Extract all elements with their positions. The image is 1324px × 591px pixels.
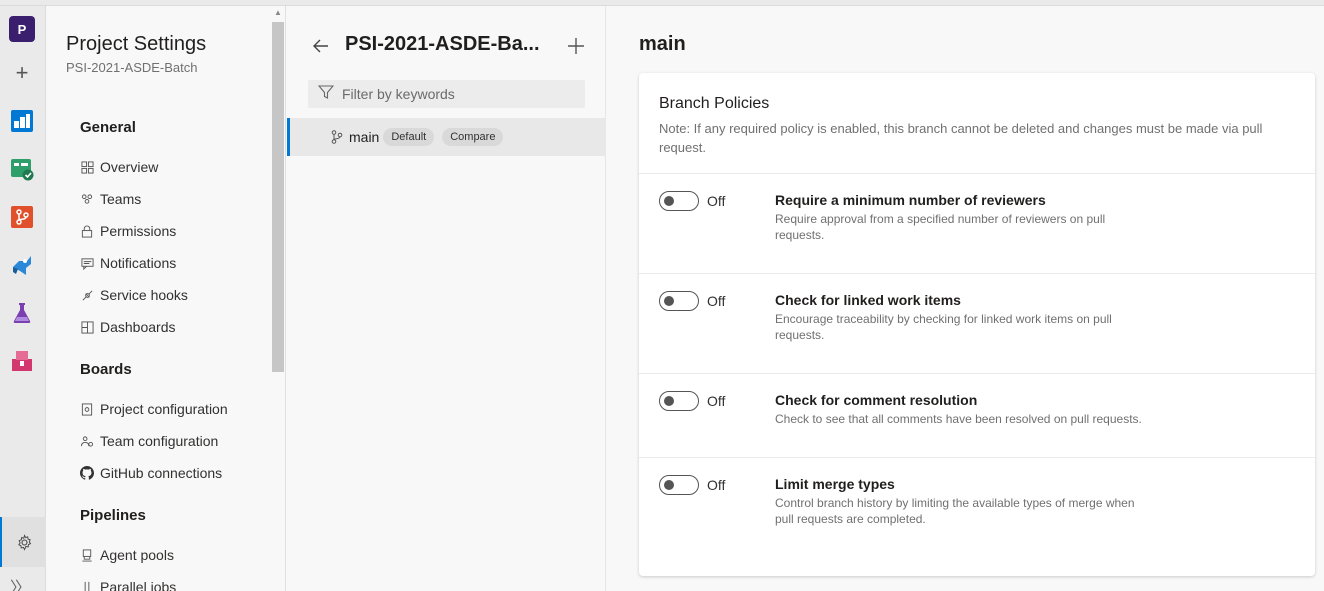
branch-icon: [331, 130, 345, 144]
policy-comment-resolution: Off Check for comment resolution Check t…: [639, 374, 1315, 458]
nav-item-project-configuration[interactable]: Project configuration: [80, 399, 228, 419]
branch-row-main[interactable]: main Default Compare: [287, 118, 606, 156]
azure-devops-app: P + 〉〉 Project Settings PSI-2021-ASDE-Ba…: [0, 0, 1324, 591]
nav-item-label: Permissions: [100, 223, 177, 239]
nav-item-label: GitHub connections: [100, 465, 223, 481]
test-plans-icon[interactable]: [9, 300, 35, 326]
card-header: Branch Policies Note: If any required po…: [639, 73, 1315, 174]
add-plus-icon[interactable]: [566, 36, 586, 56]
policy-toggle[interactable]: [659, 191, 699, 211]
policy-description: Encourage traceability by checking for l…: [775, 312, 1112, 342]
nav-group-pipelines: Pipelines: [80, 507, 146, 524]
lock-icon: [80, 224, 94, 238]
policy-title: Check for linked work items: [775, 292, 961, 308]
policy-title: Require a minimum number of reviewers: [775, 192, 1046, 208]
nav-title: Project Settings: [66, 33, 207, 55]
project-avatar[interactable]: P: [9, 16, 35, 42]
policy-linked-work-items: Off Check for linked work items Encourag…: [639, 274, 1315, 374]
repos-icon[interactable]: [9, 204, 35, 230]
policy-title: Limit merge types: [775, 476, 895, 492]
parallel-jobs-icon: [80, 580, 94, 591]
project-settings-nav: Project Settings PSI-2021-ASDE-Batch Gen…: [46, 6, 286, 591]
plus-icon[interactable]: +: [9, 60, 35, 86]
expand-chevron-icon[interactable]: 〉〉: [10, 574, 31, 591]
policy-toggle[interactable]: [659, 391, 699, 411]
branch-panel: PSI-2021-ASDE-Ba... main Default Compare: [287, 6, 606, 591]
overview-icon: [80, 160, 94, 174]
nav-subtitle: PSI-2021-ASDE-Batch: [66, 60, 198, 75]
agent-pools-icon: [80, 548, 94, 562]
toggle-state: Off: [707, 393, 726, 409]
nav-item-dashboards[interactable]: Dashboards: [80, 317, 176, 337]
policy-toggle[interactable]: [659, 291, 699, 311]
nav-item-label: Parallel jobs: [100, 579, 177, 591]
nav-item-teams[interactable]: Teams: [80, 189, 141, 209]
scroll-up-arrow-icon[interactable]: ▲: [272, 8, 284, 18]
nav-item-label: Team configuration: [100, 433, 219, 449]
project-configuration-icon: [80, 402, 94, 416]
nav-item-label: Overview: [100, 159, 159, 175]
back-arrow-icon[interactable]: [311, 36, 331, 56]
nav-item-label: Service hooks: [100, 287, 188, 303]
nav-item-agent-pools[interactable]: Agent pools: [80, 545, 174, 565]
github-icon: [80, 466, 94, 480]
boards-icon[interactable]: [9, 108, 35, 134]
nav-item-label: Dashboards: [100, 319, 176, 335]
test-plans-check-icon[interactable]: [9, 156, 35, 182]
nav-item-service-hooks[interactable]: Service hooks: [80, 285, 188, 305]
nav-scrollbar-thumb[interactable]: [272, 22, 284, 372]
nav-item-permissions[interactable]: Permissions: [80, 221, 176, 241]
nav-item-team-configuration[interactable]: Team configuration: [80, 431, 218, 451]
policy-toggle[interactable]: [659, 475, 699, 495]
nav-item-label: Agent pools: [100, 547, 174, 563]
card-title: Branch Policies: [659, 95, 770, 112]
nav-item-label: Notifications: [100, 255, 177, 271]
toggle-knob: [664, 396, 674, 406]
repo-title: PSI-2021-ASDE-Ba...: [345, 33, 540, 55]
nav-item-parallel-jobs[interactable]: Parallel jobs: [80, 577, 176, 591]
notifications-icon: [80, 256, 94, 270]
nav-item-overview[interactable]: Overview: [80, 157, 158, 177]
policy-description: Check to see that all comments have been…: [775, 412, 1142, 426]
toggle-knob: [664, 296, 674, 306]
teams-icon: [80, 192, 94, 206]
team-configuration-icon: [80, 434, 94, 448]
project-settings-gear-icon[interactable]: [0, 517, 46, 567]
nav-item-notifications[interactable]: Notifications: [80, 253, 176, 273]
service-hooks-icon: [80, 288, 94, 302]
dashboards-icon: [80, 320, 94, 334]
artifacts-icon[interactable]: [9, 348, 35, 374]
filter-box[interactable]: [308, 80, 585, 108]
toggle-state: Off: [707, 193, 726, 209]
toggle-knob: [664, 196, 674, 206]
default-badge: Default: [383, 128, 435, 146]
left-rail: P + 〉〉: [0, 6, 46, 591]
branch-policies-card: Branch Policies Note: If any required po…: [639, 73, 1315, 576]
nav-item-github-connections[interactable]: GitHub connections: [80, 463, 222, 483]
toggle-knob: [664, 480, 674, 490]
nav-group-general: General: [80, 119, 136, 136]
nav-group-boards: Boards: [80, 361, 132, 378]
card-note: Note: If any required policy is enabled,…: [659, 121, 1263, 155]
policy-title: Check for comment resolution: [775, 392, 978, 408]
nav-item-label: Project configuration: [100, 401, 228, 417]
pipelines-icon[interactable]: [9, 252, 35, 278]
filter-icon: [317, 84, 335, 105]
policy-description: Require approval from a specified number…: [775, 212, 1106, 242]
filter-input[interactable]: [342, 86, 572, 102]
nav-item-label: Teams: [100, 191, 142, 207]
policy-description: Control branch history by limiting the a…: [775, 496, 1135, 526]
main-content: main Branch Policies Note: If any requir…: [607, 6, 1324, 591]
page-title: main: [639, 33, 686, 55]
toggle-state: Off: [707, 293, 726, 309]
toggle-state: Off: [707, 477, 726, 493]
policy-limit-merge-types: Off Limit merge types Control branch his…: [639, 458, 1315, 558]
branch-name: main: [349, 129, 380, 145]
compare-button[interactable]: Compare: [442, 128, 504, 146]
policy-min-reviewers: Off Require a minimum number of reviewer…: [639, 174, 1315, 274]
